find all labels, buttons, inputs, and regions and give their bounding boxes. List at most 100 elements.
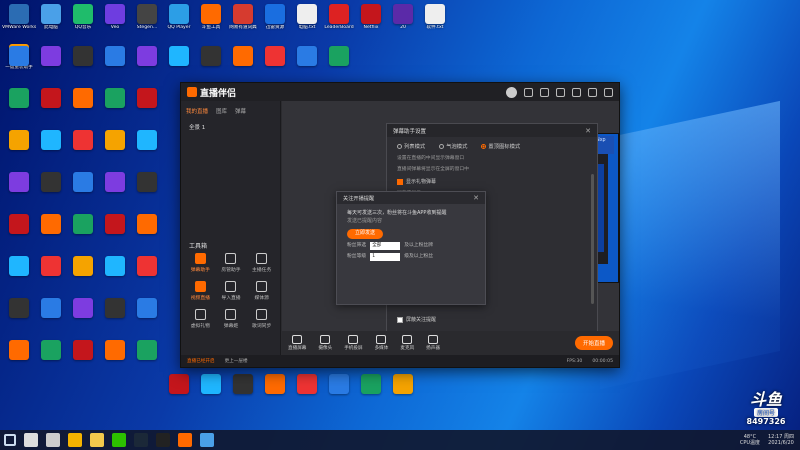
desktop-icon[interactable]	[130, 170, 164, 210]
search-icon[interactable]	[24, 433, 38, 447]
tab-gallery[interactable]: 图库	[216, 107, 227, 115]
desktop-icon[interactable]	[66, 338, 100, 378]
desktop-icon[interactable]	[322, 44, 356, 84]
avatar[interactable]	[506, 86, 517, 98]
bottom-mic-button[interactable]: 麦克风	[400, 335, 414, 351]
desktop-icon[interactable]	[34, 296, 68, 336]
desktop-icon[interactable]: 斗鱼工具	[194, 2, 228, 42]
desktop-icon[interactable]	[130, 128, 164, 168]
desktop-icon[interactable]	[226, 44, 260, 84]
desktop-icon[interactable]: 软件.txt	[418, 2, 452, 42]
tool-danmu[interactable]: 弹幕姬	[216, 309, 247, 329]
desktop-icon[interactable]	[258, 44, 292, 84]
steam-icon[interactable]	[134, 433, 148, 447]
desktop-icon[interactable]	[226, 372, 260, 412]
desktop-icon[interactable]	[130, 212, 164, 252]
desktop-icon[interactable]	[354, 372, 388, 412]
desktop-icon[interactable]	[66, 254, 100, 294]
close-icon[interactable]: ✕	[473, 194, 479, 202]
desktop-icon[interactable]	[194, 44, 228, 84]
desktop-icon[interactable]	[34, 212, 68, 252]
desktop-icon[interactable]: QQ音乐	[66, 2, 100, 42]
desktop-icon[interactable]	[66, 86, 100, 126]
close-icon[interactable]	[604, 87, 613, 97]
desktop-icon[interactable]	[2, 44, 36, 84]
bottom-screen-button[interactable]: 直播屏幕	[288, 335, 306, 351]
desktop-icon[interactable]	[2, 170, 36, 210]
desktop-icon[interactable]	[98, 296, 132, 336]
scrollbar[interactable]	[591, 174, 594, 304]
douyu-icon[interactable]	[178, 433, 192, 447]
desktop-icon[interactable]: 网易有道词典	[226, 2, 260, 42]
tool-video[interactable]: 视频直播	[185, 281, 216, 301]
windows-icon[interactable]	[4, 434, 16, 446]
desktop-icon[interactable]: 此电脑	[34, 2, 68, 42]
fan-filter-select[interactable]: 全部	[370, 241, 401, 250]
wechat-icon[interactable]	[112, 433, 126, 447]
desktop-icon[interactable]	[98, 170, 132, 210]
desktop-icon[interactable]	[162, 372, 196, 412]
desktop-icon[interactable]	[98, 254, 132, 294]
mode-pinned[interactable]: 置顶图标模式	[481, 142, 520, 150]
desktop-icon[interactable]	[2, 254, 36, 294]
fan-level-select[interactable]: 1	[370, 252, 401, 261]
mode-bubble[interactable]: 气泡模式	[439, 142, 467, 150]
bottom-speaker-button[interactable]: 扬声器	[426, 335, 440, 351]
desktop-icon[interactable]	[34, 254, 68, 294]
desktop-icon[interactable]: VMWare Workst...	[2, 2, 36, 42]
tool-media[interactable]: 媒体源	[246, 281, 277, 301]
desktop-icon[interactable]	[2, 212, 36, 252]
minimize-icon[interactable]	[588, 87, 597, 97]
clock[interactable]: 12:17 周四 2021/6/20	[768, 434, 794, 446]
desktop-icon[interactable]	[2, 128, 36, 168]
desktop-icon[interactable]	[98, 212, 132, 252]
desktop-icon[interactable]	[2, 86, 36, 126]
desktop-icon[interactable]	[34, 44, 68, 84]
explorer-icon[interactable]	[90, 433, 104, 447]
desktop-icon[interactable]	[66, 296, 100, 336]
scene-item[interactable]: 全景 1	[181, 121, 280, 133]
desktop-icon[interactable]	[290, 44, 324, 84]
tab-danmu[interactable]: 弹幕	[235, 107, 246, 115]
desktop-icon[interactable]	[130, 86, 164, 126]
desktop-icon[interactable]	[34, 170, 68, 210]
desktop-icon[interactable]	[34, 86, 68, 126]
app-21-icon[interactable]	[156, 433, 170, 447]
desktop-icon[interactable]: 20	[386, 2, 420, 42]
desktop-icon[interactable]	[130, 44, 164, 84]
gift-icon[interactable]	[524, 87, 533, 97]
tool-task[interactable]: 主播任务	[246, 253, 277, 273]
mode-list[interactable]: 列表模式	[397, 142, 425, 150]
bottom-media-button[interactable]: 多媒体	[375, 335, 388, 351]
desktop-icon[interactable]	[130, 254, 164, 294]
tab-my-live[interactable]: 我的直播	[186, 107, 208, 115]
desktop-icon[interactable]	[290, 372, 324, 412]
desktop-icon[interactable]	[194, 372, 228, 412]
desktop-icon[interactable]	[34, 128, 68, 168]
follow-reminder-checkbox[interactable]: 屏蔽关注提醒	[387, 313, 446, 326]
desktop-icon[interactable]	[386, 372, 420, 412]
monitor-icon[interactable]	[200, 433, 214, 447]
desktop-icon[interactable]	[2, 296, 36, 336]
desktop-icon[interactable]	[98, 128, 132, 168]
desktop-icon[interactable]: QQ Player	[162, 2, 196, 42]
bottom-phone-button[interactable]: 手机投屏	[344, 335, 363, 351]
chrome-icon[interactable]	[68, 433, 82, 447]
desktop-icon[interactable]: Stegen...	[130, 2, 164, 42]
desktop-icon[interactable]	[34, 338, 68, 378]
start-live-button[interactable]: 开始直播	[574, 336, 613, 350]
desktop-icon[interactable]	[66, 44, 100, 84]
desktop-icon[interactable]	[322, 372, 356, 412]
tool-gift[interactable]: 虚拟礼物	[185, 309, 216, 329]
close-icon[interactable]: ✕	[585, 127, 591, 135]
show-gift-checkbox[interactable]: 显示礼物弹幕	[387, 175, 597, 188]
desktop-icon[interactable]	[66, 128, 100, 168]
tool-user[interactable]: 房管助手	[216, 253, 247, 273]
desktop-icon[interactable]	[98, 86, 132, 126]
task-view-icon[interactable]	[46, 433, 60, 447]
tool-import[interactable]: 导入直播	[216, 281, 247, 301]
desktop-icon[interactable]	[2, 338, 36, 378]
desktop-icon[interactable]	[130, 296, 164, 336]
desktop-icon[interactable]: Veo	[98, 2, 132, 42]
bell-icon[interactable]	[556, 87, 565, 97]
